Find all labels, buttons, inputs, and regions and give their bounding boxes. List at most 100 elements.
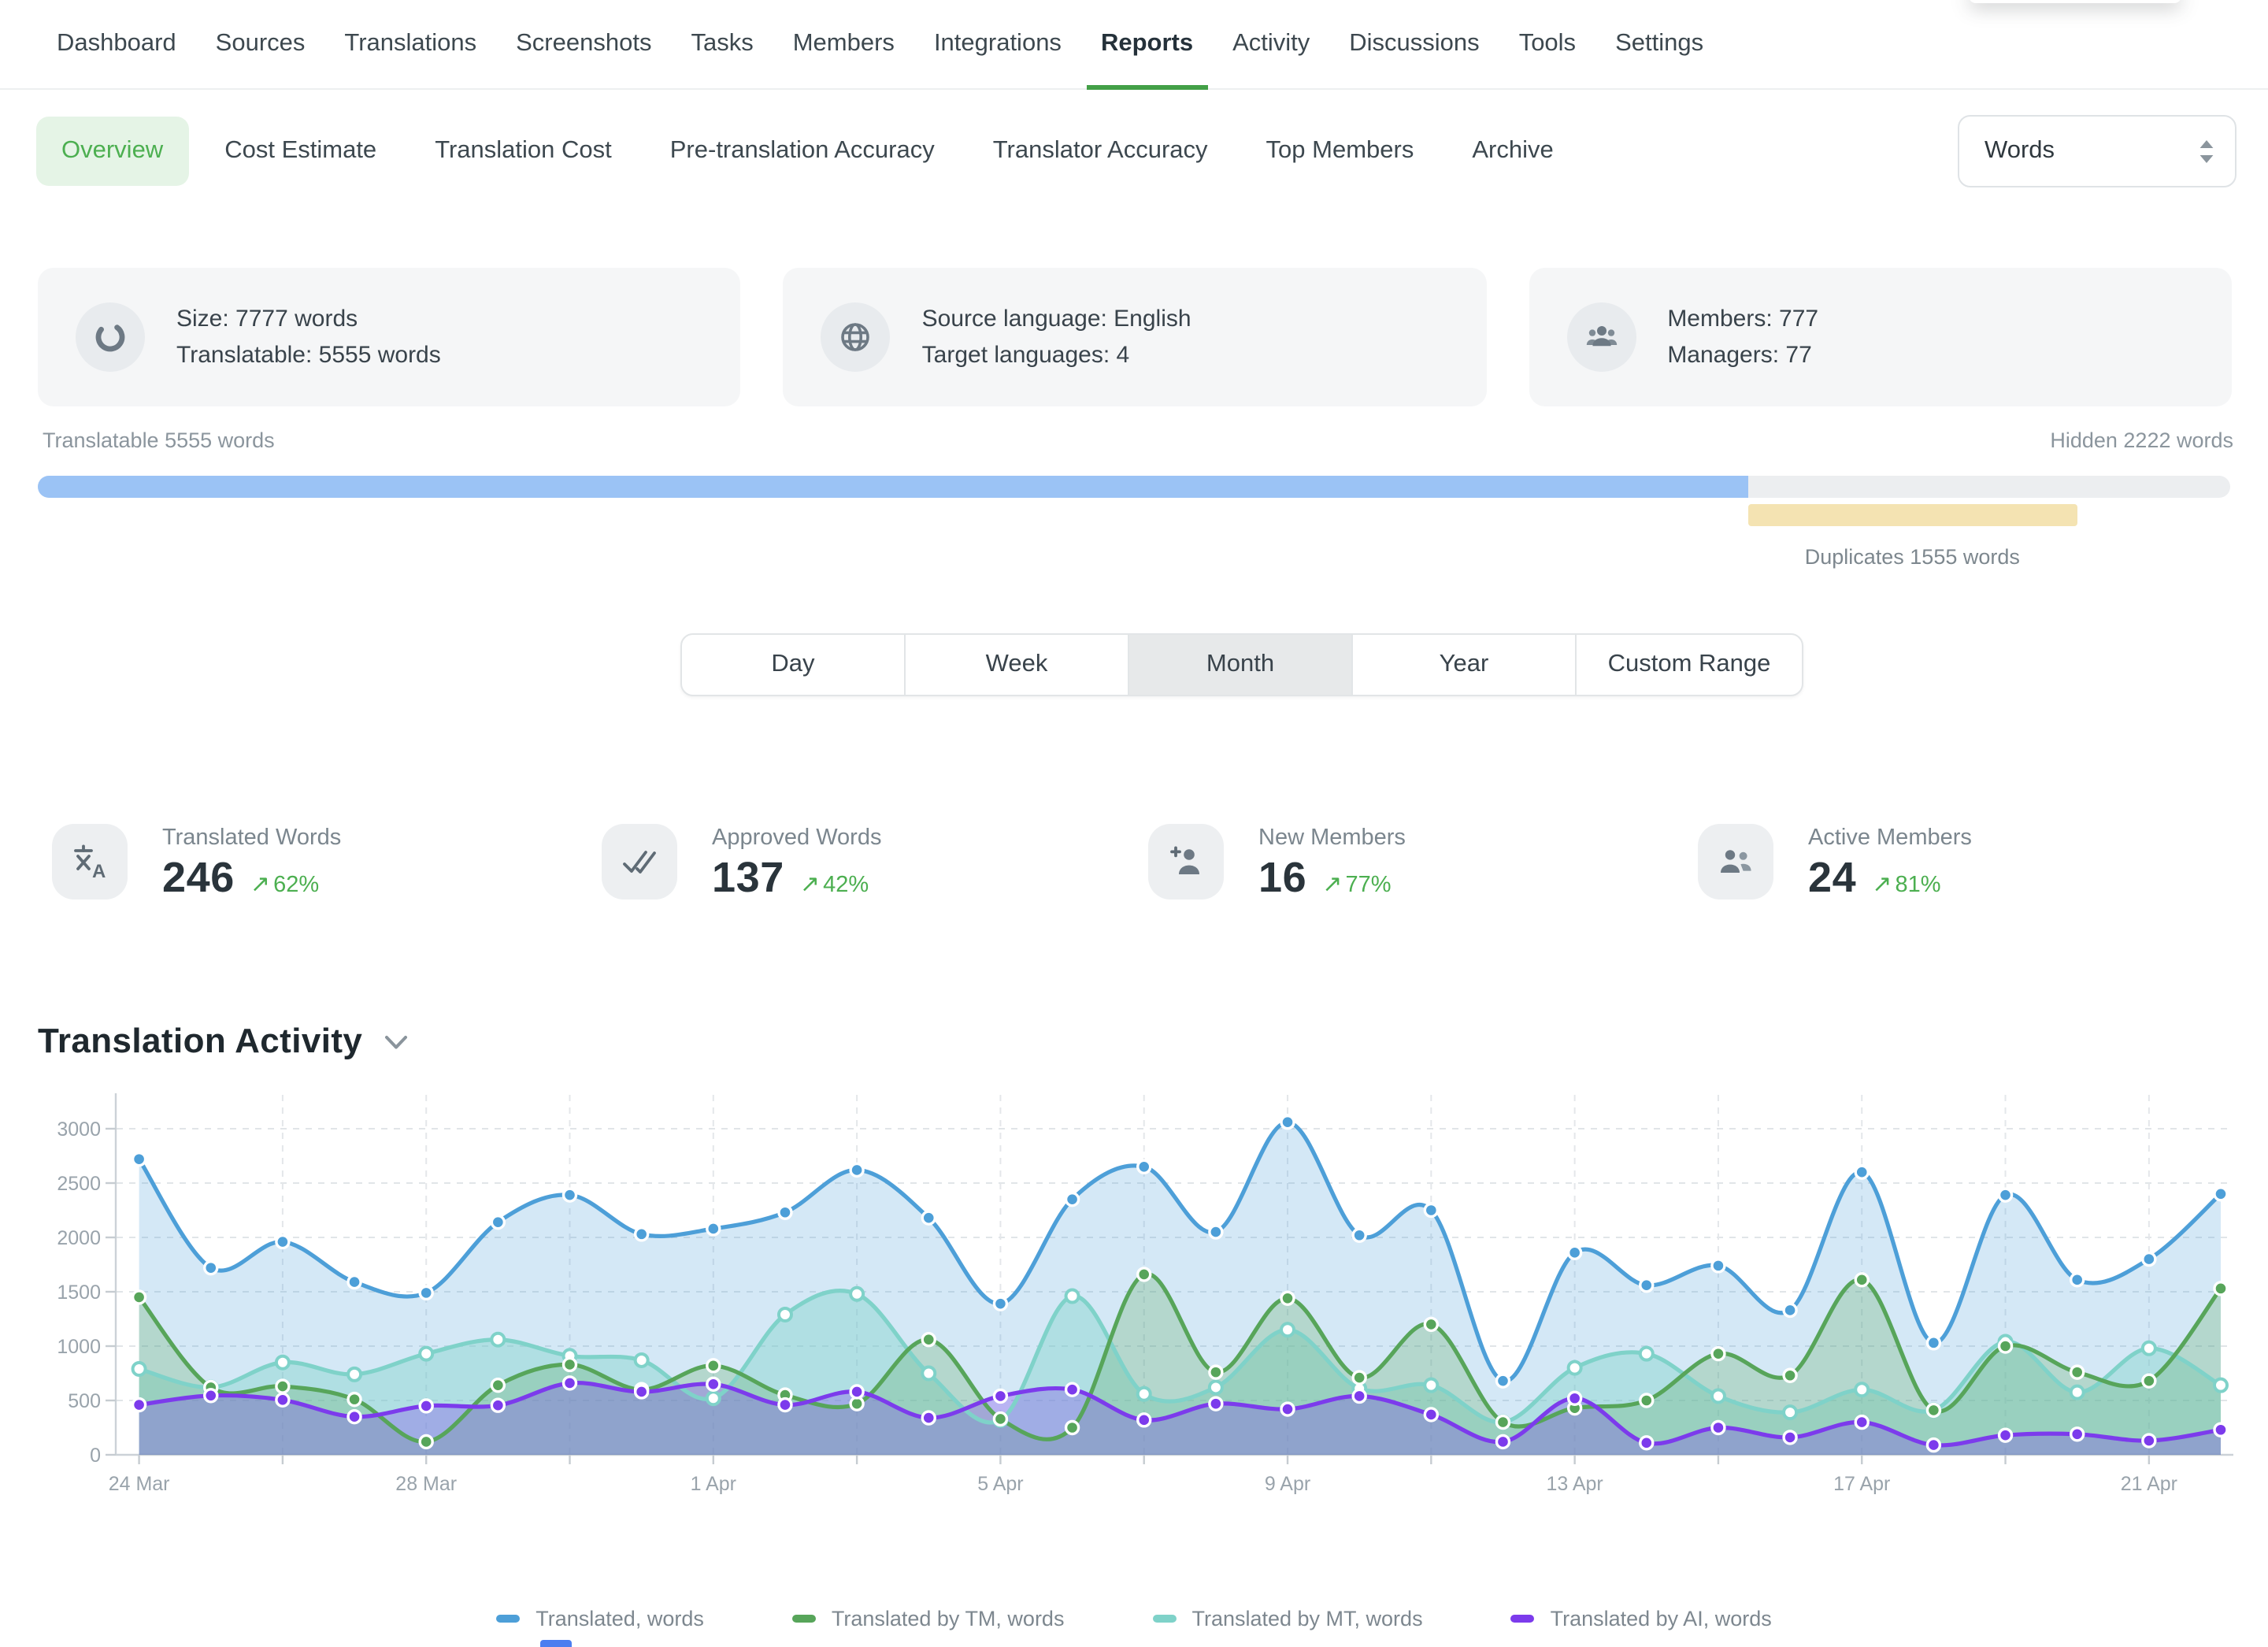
range-tab-year[interactable]: Year bbox=[1351, 635, 1575, 695]
nav-item-activity[interactable]: Activity bbox=[1232, 0, 1310, 89]
subnav-item-translator-accuracy[interactable]: Translator Accuracy bbox=[993, 137, 1208, 165]
x-axis-label: 28 Mar bbox=[395, 1473, 457, 1495]
stat-value: 24 bbox=[1808, 854, 1856, 903]
data-point bbox=[2071, 1366, 2084, 1378]
data-point bbox=[420, 1400, 432, 1412]
data-point bbox=[850, 1288, 863, 1300]
data-point bbox=[2071, 1274, 2084, 1286]
data-point bbox=[636, 1354, 648, 1367]
nav-item-tasks[interactable]: Tasks bbox=[691, 0, 753, 89]
top-nav: Dashboard Sources Translations Screensho… bbox=[0, 0, 2268, 90]
data-point bbox=[2143, 1342, 2155, 1355]
nav-item-reports[interactable]: Reports bbox=[1101, 0, 1193, 89]
data-point bbox=[1712, 1422, 1725, 1434]
members-card: Members: 777 Managers: 77 bbox=[1529, 268, 2232, 406]
data-point bbox=[564, 1358, 576, 1371]
nav-item-settings[interactable]: Settings bbox=[1615, 0, 1703, 89]
subnav-item-translation-cost[interactable]: Translation Cost bbox=[435, 137, 612, 165]
data-point bbox=[348, 1411, 361, 1423]
data-point bbox=[348, 1276, 361, 1289]
legend-item[interactable]: Translated, words bbox=[496, 1607, 704, 1630]
data-point bbox=[1281, 1403, 1294, 1415]
data-point bbox=[1496, 1374, 1509, 1387]
svg-text:A: A bbox=[92, 861, 106, 882]
cropped-widget-fragment bbox=[540, 1639, 572, 1647]
chevron-down-icon[interactable] bbox=[384, 1030, 408, 1059]
stat-delta: ↗77% bbox=[1322, 870, 1391, 898]
subnav-item-pretranslation-accuracy[interactable]: Pre-translation Accuracy bbox=[670, 137, 935, 165]
unit-select[interactable]: Words bbox=[1958, 115, 2236, 187]
x-axis-label: 9 Apr bbox=[1265, 1473, 1310, 1495]
range-tab-month[interactable]: Month bbox=[1128, 635, 1351, 695]
subnav-item-top-members[interactable]: Top Members bbox=[1266, 137, 1414, 165]
new-members-stat: New Members 16 ↗77% bbox=[1148, 824, 1406, 903]
data-point bbox=[1353, 1389, 1366, 1402]
subnav-item-archive[interactable]: Archive bbox=[1472, 137, 1553, 165]
subnav-item-cost-estimate[interactable]: Cost Estimate bbox=[224, 137, 376, 165]
data-point bbox=[1496, 1435, 1509, 1448]
nav-item-discussions[interactable]: Discussions bbox=[1349, 0, 1479, 89]
nav-item-translations[interactable]: Translations bbox=[344, 0, 476, 89]
data-point bbox=[1210, 1397, 1222, 1410]
data-point bbox=[564, 1189, 576, 1201]
nav-item-members[interactable]: Members bbox=[793, 0, 895, 89]
data-point bbox=[2143, 1434, 2155, 1447]
duplicates-bar-row bbox=[38, 504, 2230, 526]
up-arrow-icon: ↗ bbox=[1322, 871, 1342, 898]
data-point bbox=[779, 1206, 791, 1219]
nav-item-tools[interactable]: Tools bbox=[1519, 0, 1576, 89]
range-tab-week[interactable]: Week bbox=[904, 635, 1128, 695]
data-point bbox=[1425, 1204, 1437, 1217]
progress-labels: Translatable 5555 words Hidden 2222 word… bbox=[43, 428, 2233, 452]
data-point bbox=[1640, 1279, 1653, 1292]
data-point bbox=[1425, 1379, 1437, 1392]
data-point bbox=[1569, 1246, 1581, 1259]
stat-delta-value: 77% bbox=[1345, 873, 1391, 898]
source-language-line: Source language: English bbox=[922, 300, 1191, 337]
data-point bbox=[636, 1385, 648, 1398]
data-point bbox=[1640, 1394, 1653, 1407]
range-tab-custom-range[interactable]: Custom Range bbox=[1575, 635, 1802, 695]
members-icon bbox=[1566, 302, 1636, 372]
translation-activity-chart: 05001000150020002500300024 Mar28 Mar1 Ap… bbox=[0, 1084, 2268, 1503]
legend-item[interactable]: Translated by MT, words bbox=[1152, 1607, 1422, 1630]
stat-delta-value: 42% bbox=[823, 873, 869, 898]
data-point bbox=[133, 1291, 146, 1304]
chart-legend: Translated, words Translated by TM, words… bbox=[0, 1607, 2268, 1630]
data-point bbox=[636, 1228, 648, 1241]
data-point bbox=[491, 1379, 504, 1392]
legend-item[interactable]: Translated by AI, words bbox=[1511, 1607, 1772, 1630]
data-point bbox=[1138, 1414, 1151, 1426]
nav-item-integrations[interactable]: Integrations bbox=[934, 0, 1062, 89]
nav-item-dashboard[interactable]: Dashboard bbox=[57, 0, 176, 89]
project-size-card: Size: 7777 words Translatable: 5555 word… bbox=[38, 268, 741, 406]
nav-item-screenshots[interactable]: Screenshots bbox=[516, 0, 651, 89]
y-axis-label: 3000 bbox=[57, 1118, 101, 1141]
data-point bbox=[564, 1377, 576, 1389]
data-point bbox=[1640, 1437, 1653, 1449]
cropped-popup-shadow bbox=[1969, 0, 2181, 3]
data-point bbox=[491, 1216, 504, 1229]
data-point bbox=[707, 1222, 720, 1235]
legend-marker-icon bbox=[792, 1615, 816, 1623]
y-axis-label: 1000 bbox=[57, 1336, 101, 1358]
translated-words-stat: A Translated Words 246 ↗62% bbox=[52, 824, 341, 903]
legend-item[interactable]: Translated by TM, words bbox=[792, 1607, 1065, 1630]
range-tab-day[interactable]: Day bbox=[682, 635, 904, 695]
up-arrow-icon: ↗ bbox=[250, 871, 270, 898]
data-point bbox=[205, 1389, 217, 1402]
nav-item-sources[interactable]: Sources bbox=[216, 0, 306, 89]
stat-delta-value: 81% bbox=[1895, 873, 1940, 898]
data-point bbox=[276, 1380, 289, 1393]
data-point bbox=[1784, 1406, 1796, 1419]
data-point bbox=[420, 1286, 432, 1299]
legend-label: Translated by MT, words bbox=[1191, 1607, 1422, 1630]
target-languages-line: Target languages: 4 bbox=[922, 337, 1191, 374]
subnav-item-overview[interactable]: Overview bbox=[36, 117, 188, 186]
data-point bbox=[1855, 1383, 1868, 1396]
data-point bbox=[420, 1435, 432, 1448]
translatable-words-label: Translatable 5555 words bbox=[43, 428, 275, 452]
data-point bbox=[2214, 1188, 2227, 1200]
languages-card: Source language: English Target language… bbox=[784, 268, 1487, 406]
data-point bbox=[133, 1363, 146, 1375]
